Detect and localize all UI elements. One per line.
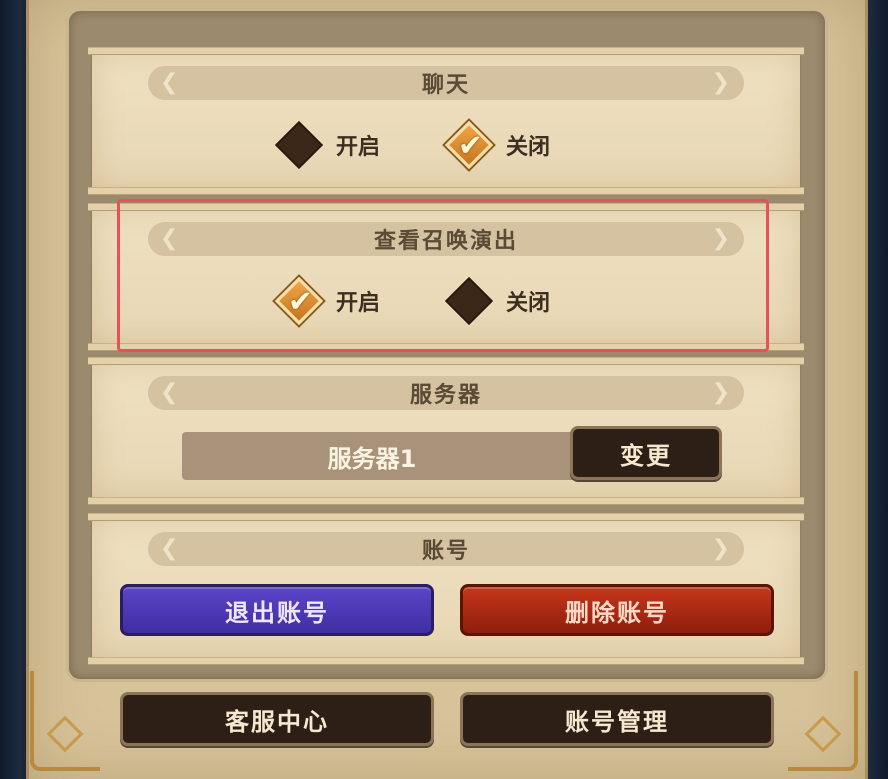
diamond-icon xyxy=(274,120,324,170)
account-title: 账号 xyxy=(421,539,470,564)
logout-label: 退出账号 xyxy=(225,598,329,627)
support-center-button[interactable]: 客服中心 xyxy=(120,692,434,746)
chat-option-on[interactable]: 开启 xyxy=(274,120,381,170)
chat-option-off-label: 关闭 xyxy=(506,135,551,160)
account-title-bar: ❮ 账号 ❯ xyxy=(148,532,744,566)
server-title-bar: ❮ 服务器 ❯ xyxy=(148,376,744,410)
server-title: 服务器 xyxy=(409,383,482,408)
delete-account-label: 删除账号 xyxy=(565,598,669,627)
chat-title: 聊天 xyxy=(421,73,470,98)
ornament-icon: ❯ xyxy=(711,380,732,405)
account-management-label: 账号管理 xyxy=(565,707,669,736)
highlight-box xyxy=(117,199,769,352)
chat-option-on-label: 开启 xyxy=(336,135,381,160)
ornament-icon: ❮ xyxy=(160,536,181,561)
delete-account-button[interactable]: 删除账号 xyxy=(460,584,774,636)
chat-option-off[interactable]: ✔ 关闭 xyxy=(444,120,551,170)
checkmark-diamond-icon: ✔ xyxy=(444,120,494,170)
server-name: 服务器1 xyxy=(327,444,417,473)
change-server-label: 变更 xyxy=(620,441,672,470)
account-management-button[interactable]: 账号管理 xyxy=(460,692,774,746)
chat-section: ❮ 聊天 ❯ 开启 ✔ 关闭 xyxy=(88,47,804,195)
server-section: ❮ 服务器 ❯ 服务器1 变更 xyxy=(88,357,804,505)
account-section: ❮ 账号 ❯ 退出账号 删除账号 xyxy=(88,513,804,665)
ornament-icon: ❮ xyxy=(160,380,181,405)
change-server-button[interactable]: 变更 xyxy=(570,426,722,480)
ornament-icon: ❯ xyxy=(711,536,732,561)
ornament-icon: ❯ xyxy=(711,70,732,95)
logout-button[interactable]: 退出账号 xyxy=(120,584,434,636)
chat-title-bar: ❮ 聊天 ❯ xyxy=(148,66,744,100)
ornament-icon: ❮ xyxy=(160,70,181,95)
support-center-label: 客服中心 xyxy=(225,707,329,736)
